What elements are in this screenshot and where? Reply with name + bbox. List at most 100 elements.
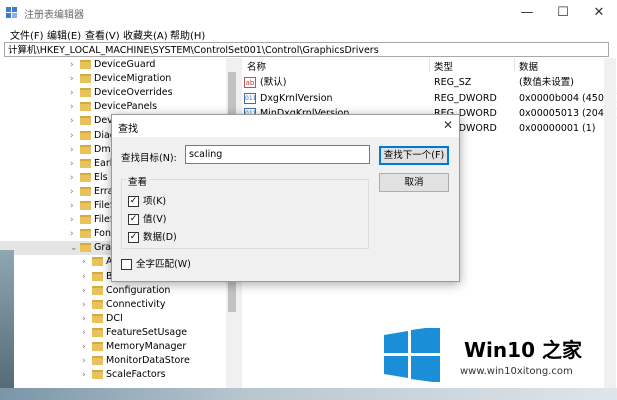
chevron-right-icon[interactable]: › bbox=[70, 129, 78, 143]
data-checkbox[interactable]: ✓ 数据(D) bbox=[128, 231, 208, 245]
tree-item-label: MonitorDataStore bbox=[106, 355, 190, 367]
checkbox-checked-icon: ✓ bbox=[128, 232, 139, 243]
tree-item-label: Configuration bbox=[106, 284, 171, 296]
tree-item-label: DeviceGuard bbox=[94, 59, 156, 70]
folder-icon bbox=[92, 299, 103, 309]
tree-item[interactable]: › DevicePanels bbox=[0, 100, 226, 114]
menu-favorites[interactable]: 收藏夹(A) bbox=[123, 27, 168, 42]
tree-item[interactable]: › DCI bbox=[0, 312, 226, 326]
col-separator[interactable] bbox=[514, 58, 515, 72]
chevron-right-icon[interactable]: › bbox=[82, 298, 90, 312]
col-header-name[interactable]: 名称 bbox=[247, 59, 266, 73]
value-data: 0x00005013 (20499) bbox=[519, 108, 617, 119]
value-row[interactable]: ab (默认) REG_SZ (数值未设置) bbox=[244, 75, 604, 90]
windows-logo-icon bbox=[384, 328, 440, 382]
folder-icon bbox=[80, 74, 91, 84]
tree-item-label: FeatureSetUsage bbox=[106, 326, 188, 338]
tree-item-label: Connectivity bbox=[106, 298, 166, 310]
cancel-button[interactable]: 取消 bbox=[379, 173, 449, 192]
chevron-right-icon[interactable]: › bbox=[82, 368, 90, 382]
title-bar[interactable]: 注册表编辑器 — ☐ ✕ bbox=[0, 0, 617, 26]
match-whole-label: 全字匹配(W) bbox=[136, 259, 191, 270]
close-button[interactable]: ✕ bbox=[581, 0, 617, 26]
minimize-button[interactable]: — bbox=[509, 0, 545, 26]
checkbox-checked-icon: ✓ bbox=[128, 214, 139, 225]
folder-icon bbox=[92, 327, 103, 337]
chevron-right-icon[interactable]: › bbox=[82, 312, 90, 326]
address-bar[interactable]: 计算机\HKEY_LOCAL_MACHINE\SYSTEM\ControlSet… bbox=[4, 42, 609, 57]
values-checkbox[interactable]: ✓ 值(V) bbox=[128, 213, 208, 227]
folder-icon bbox=[80, 60, 91, 69]
tree-item-label: MemoryManager bbox=[106, 341, 187, 352]
folder-icon bbox=[80, 186, 91, 196]
tree-item[interactable]: › Configuration bbox=[0, 284, 226, 298]
watermark-url: www.win10xitong.com bbox=[460, 366, 573, 377]
tree-item[interactable]: › ScaleFactors bbox=[0, 368, 226, 382]
folder-icon bbox=[92, 356, 103, 366]
menu-bar: 文件(F) 编辑(E) 查看(V) 收藏夹(A) 帮助(H) bbox=[0, 26, 617, 42]
chevron-right-icon[interactable]: › bbox=[70, 185, 78, 199]
find-target-label: 查找目标(N): bbox=[121, 153, 177, 164]
chevron-right-icon[interactable]: › bbox=[82, 354, 90, 368]
col-separator[interactable] bbox=[429, 58, 430, 72]
chevron-right-icon[interactable]: › bbox=[82, 340, 90, 354]
chevron-down-icon[interactable]: ⌄ bbox=[70, 241, 78, 255]
chevron-right-icon[interactable]: › bbox=[70, 58, 78, 72]
menu-edit[interactable]: 编辑(E) bbox=[47, 27, 81, 42]
folder-icon bbox=[92, 257, 103, 267]
tree-item[interactable]: › Connectivity bbox=[0, 298, 226, 312]
tree-item[interactable]: › DeviceOverrides bbox=[0, 86, 226, 100]
find-dialog-title-bar[interactable]: 查找 ✕ bbox=[112, 115, 459, 137]
tree-item[interactable]: › MemoryManager bbox=[0, 340, 226, 354]
tree-item-label: DeviceMigration bbox=[94, 73, 172, 85]
chevron-right-icon[interactable]: › bbox=[82, 326, 90, 340]
close-icon[interactable]: ✕ bbox=[443, 118, 453, 132]
look-at-label: 查看 bbox=[126, 174, 150, 188]
value-data: 0x00000001 (1) bbox=[519, 123, 596, 134]
chevron-right-icon[interactable]: › bbox=[70, 199, 78, 213]
match-whole-checkbox[interactable]: 全字匹配(W) bbox=[121, 258, 221, 272]
tree-item-label: ScaleFactors bbox=[106, 369, 166, 381]
chevron-right-icon[interactable]: › bbox=[70, 100, 78, 114]
chevron-right-icon[interactable]: › bbox=[70, 143, 78, 157]
chevron-right-icon[interactable]: › bbox=[70, 157, 78, 171]
watermark: Win10 之家 www.win10xitong.com bbox=[384, 328, 614, 388]
tree-item[interactable]: › DeviceGuard bbox=[0, 58, 226, 72]
chevron-right-icon[interactable]: › bbox=[70, 114, 78, 128]
checkbox-unchecked-icon bbox=[121, 259, 132, 270]
value-name: DxgKrnlVersion bbox=[260, 93, 333, 104]
chevron-right-icon[interactable]: › bbox=[70, 72, 78, 86]
desktop-background bbox=[0, 250, 14, 390]
data-checkbox-label: 数据(D) bbox=[143, 232, 177, 243]
tree-item[interactable]: › DeviceMigration bbox=[0, 72, 226, 86]
keys-checkbox-label: 项(K) bbox=[143, 196, 167, 207]
menu-file[interactable]: 文件(F) bbox=[10, 27, 44, 42]
tree-item-label: Els bbox=[94, 171, 108, 183]
find-dialog: 查找 ✕ 查找目标(N): 查找下一个(F) 取消 查看 ✓ 项(K) ✓ 值(… bbox=[111, 114, 460, 282]
folder-icon bbox=[92, 313, 103, 323]
tree-item[interactable]: › MonitorDataStore bbox=[0, 354, 226, 368]
menu-help[interactable]: 帮助(H) bbox=[170, 27, 205, 42]
tree-item[interactable]: › FeatureSetUsage bbox=[0, 326, 226, 340]
chevron-right-icon[interactable]: › bbox=[70, 171, 78, 185]
chevron-right-icon[interactable]: › bbox=[82, 270, 90, 284]
chevron-right-icon[interactable]: › bbox=[70, 227, 78, 241]
chevron-right-icon[interactable]: › bbox=[70, 213, 78, 227]
chevron-right-icon[interactable]: › bbox=[70, 86, 78, 100]
find-target-input[interactable] bbox=[185, 145, 370, 164]
tree-item-label: DevicePanels bbox=[94, 101, 158, 113]
regedit-icon bbox=[6, 7, 17, 18]
value-row[interactable]: 011 DxgKrnlVersion REG_DWORD 0x0000b004 … bbox=[244, 91, 617, 106]
folder-icon bbox=[80, 229, 91, 239]
tree-item-label: DCI bbox=[106, 312, 123, 324]
maximize-button[interactable]: ☐ bbox=[545, 0, 581, 26]
folder-icon bbox=[80, 88, 91, 98]
col-header-type[interactable]: 类型 bbox=[434, 59, 453, 73]
menu-view[interactable]: 查看(V) bbox=[85, 27, 120, 42]
value-data: (数值未设置) bbox=[519, 77, 574, 88]
chevron-right-icon[interactable]: › bbox=[82, 284, 90, 298]
col-header-data[interactable]: 数据 bbox=[519, 59, 538, 73]
find-next-button[interactable]: 查找下一个(F) bbox=[379, 146, 449, 165]
chevron-right-icon[interactable]: › bbox=[82, 255, 90, 269]
keys-checkbox[interactable]: ✓ 项(K) bbox=[128, 195, 208, 209]
